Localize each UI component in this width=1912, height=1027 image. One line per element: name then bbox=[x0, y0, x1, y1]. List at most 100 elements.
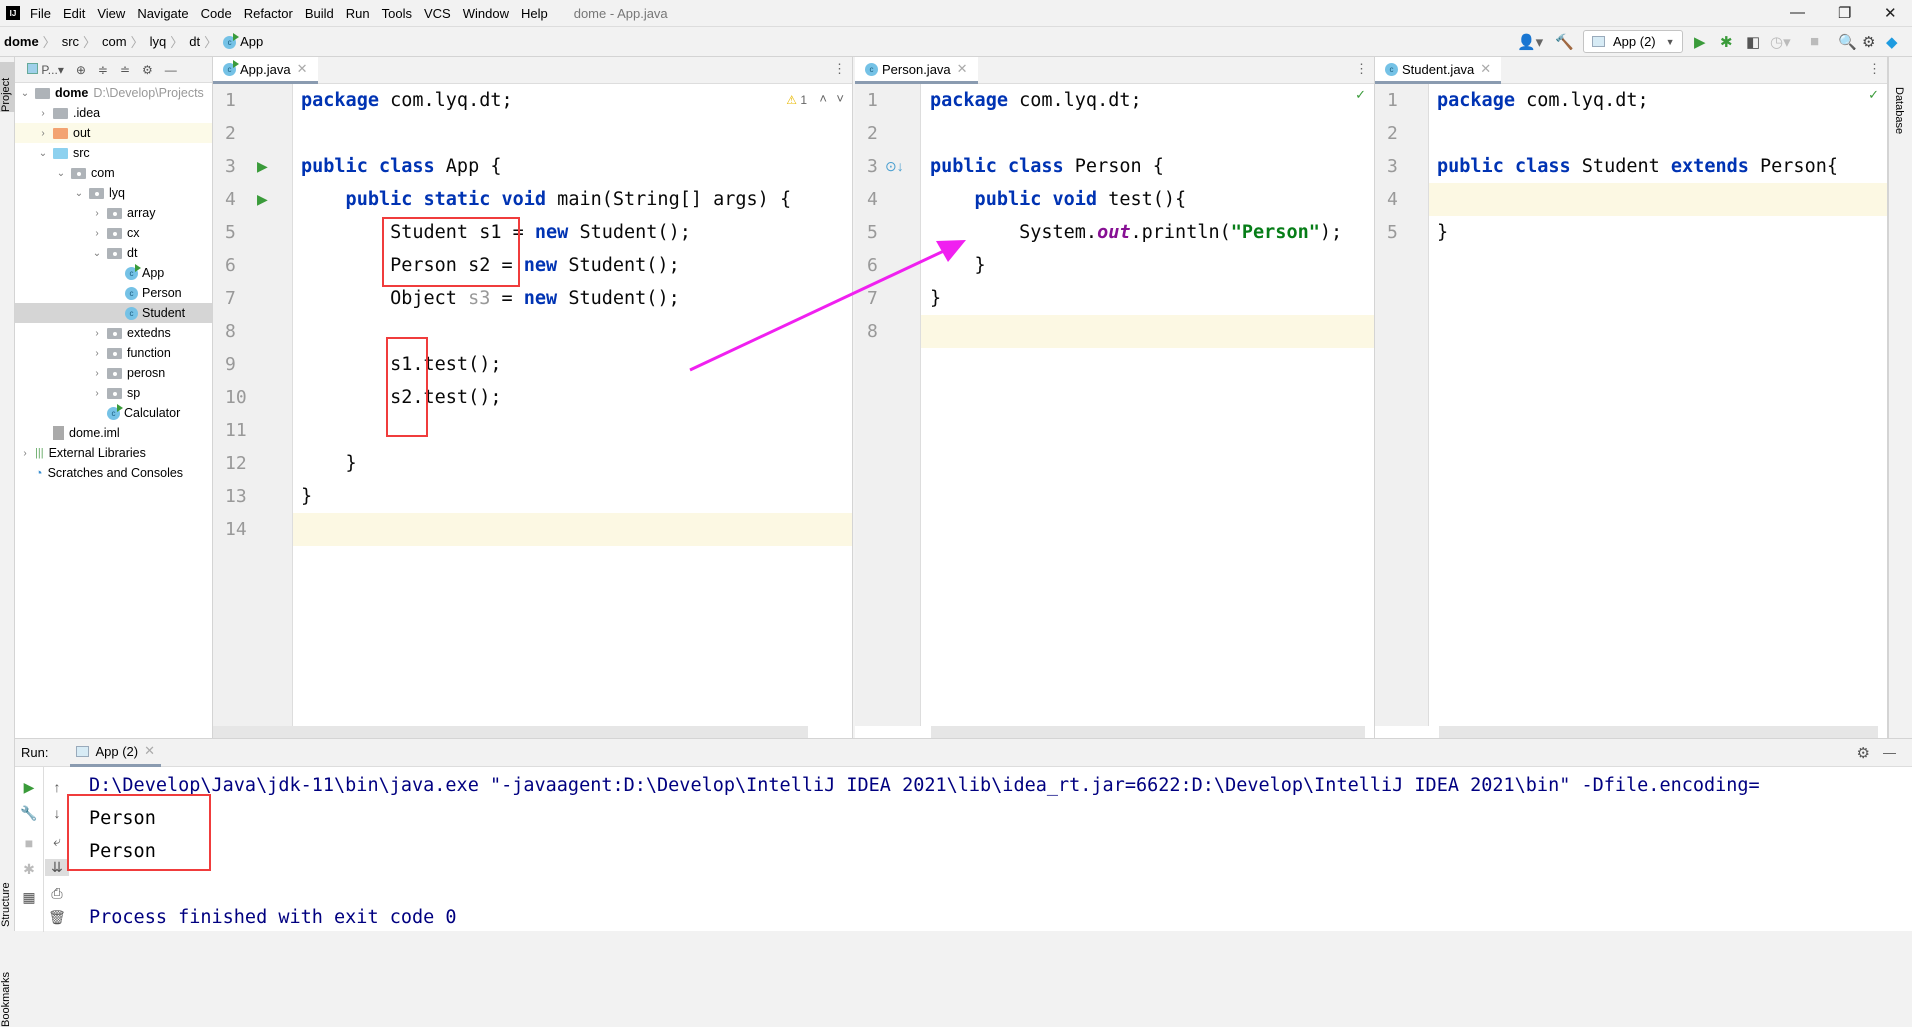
hide-icon[interactable]: — bbox=[165, 63, 177, 77]
tree-item-calculator[interactable]: c Calculator bbox=[15, 403, 212, 423]
close-window-button[interactable]: ✕ bbox=[1884, 4, 1897, 22]
chevron-right-icon[interactable]: › bbox=[91, 388, 103, 399]
tree-item-com[interactable]: ⌄ com bbox=[15, 163, 212, 183]
code-line[interactable]: public class Person { bbox=[930, 150, 1164, 183]
prev-highlight-icon[interactable]: ˄ bbox=[819, 91, 827, 106]
chevron-right-icon[interactable]: › bbox=[37, 108, 49, 119]
soft-wrap-icon[interactable]: ⤶ bbox=[45, 833, 69, 850]
code-line[interactable]: public class App { bbox=[301, 150, 501, 183]
tree-item-dt[interactable]: ⌄ dt bbox=[15, 243, 212, 263]
code-line[interactable]: package com.lyq.dt; bbox=[930, 84, 1142, 117]
menu-build[interactable]: Build bbox=[305, 6, 334, 21]
breadcrumb-src[interactable]: src bbox=[62, 34, 79, 49]
menu-window[interactable]: Window bbox=[463, 6, 509, 21]
locate-icon[interactable]: ⊕ bbox=[76, 63, 86, 77]
close-tab-icon[interactable]: ✕ bbox=[957, 61, 968, 77]
tree-item-array[interactable]: › array bbox=[15, 203, 212, 223]
project-view-dropdown[interactable]: P...▾ bbox=[27, 62, 64, 77]
menu-edit[interactable]: Edit bbox=[63, 6, 85, 21]
tree-item-cx[interactable]: › cx bbox=[15, 223, 212, 243]
tree-item-lyq[interactable]: ⌄ lyq bbox=[15, 183, 212, 203]
chevron-down-icon[interactable]: ⌄ bbox=[37, 148, 49, 159]
collapse-all-icon[interactable]: ≐ bbox=[120, 63, 130, 77]
menu-vcs[interactable]: VCS bbox=[424, 6, 451, 21]
breadcrumb-dome[interactable]: dome bbox=[4, 34, 39, 49]
stop-icon[interactable]: ■ bbox=[17, 835, 41, 851]
tree-item--idea[interactable]: › .idea bbox=[15, 103, 212, 123]
coverage-icon[interactable]: ◧ bbox=[1746, 33, 1760, 51]
close-tab-icon[interactable]: ✕ bbox=[144, 743, 155, 759]
tree-item-perosn[interactable]: › perosn bbox=[15, 363, 212, 383]
horizontal-scrollbar[interactable] bbox=[213, 726, 808, 738]
trash-icon[interactable]: 🗑 bbox=[45, 909, 69, 926]
tab-person-java[interactable]: c Person.java ✕ bbox=[855, 57, 978, 84]
chevron-right-icon[interactable]: › bbox=[91, 228, 103, 239]
warning-indicator[interactable]: ⚠ 1 bbox=[786, 93, 807, 107]
structure-tool-button[interactable]: Structure bbox=[0, 847, 15, 927]
run-gutter-icon[interactable]: ▶ bbox=[257, 158, 268, 175]
menu-refactor[interactable]: Refactor bbox=[244, 6, 293, 21]
tree-item-function[interactable]: › function bbox=[15, 343, 212, 363]
gear-icon[interactable]: ⚙ bbox=[142, 63, 153, 77]
run-tab[interactable]: App (2) ✕ bbox=[70, 739, 162, 767]
code-line[interactable]: package com.lyq.dt; bbox=[301, 84, 513, 117]
chevron-right-icon[interactable]: › bbox=[91, 208, 103, 219]
build-hammer-icon[interactable]: 🔨 bbox=[1555, 33, 1574, 51]
code-line[interactable]: public static void main(String[] args) { bbox=[301, 183, 792, 216]
run-configuration-dropdown[interactable]: App (2) ▼ bbox=[1583, 30, 1683, 53]
chevron-right-icon[interactable]: › bbox=[91, 368, 103, 379]
chevron-down-icon[interactable]: ⌄ bbox=[55, 168, 67, 179]
debug-icon[interactable]: ✱ bbox=[1720, 33, 1733, 51]
chevron-down-icon[interactable]: ⌄ bbox=[91, 248, 103, 259]
code-line[interactable]: } bbox=[930, 249, 986, 282]
gear-icon[interactable]: ⚙ bbox=[1862, 33, 1875, 51]
breadcrumb-app[interactable]: c App bbox=[223, 33, 263, 50]
breadcrumb-com[interactable]: com bbox=[102, 34, 127, 49]
tree-item-dome[interactable]: ⌄ dome D:\Develop\Projects bbox=[15, 83, 212, 103]
chevron-right-icon[interactable]: › bbox=[19, 448, 31, 459]
code-line[interactable]: } bbox=[301, 480, 312, 513]
hide-icon[interactable]: — bbox=[1883, 745, 1896, 760]
profile-icon[interactable]: ◷▾ bbox=[1770, 33, 1791, 51]
scroll-to-end-icon[interactable]: ⇊ bbox=[45, 859, 69, 876]
layout-icon[interactable]: ▦ bbox=[17, 889, 41, 906]
menu-navigate[interactable]: Navigate bbox=[137, 6, 188, 21]
code-line[interactable]: public void test(){ bbox=[930, 183, 1187, 216]
menu-help[interactable]: Help bbox=[521, 6, 548, 21]
tab-student-java[interactable]: c Student.java ✕ bbox=[1375, 57, 1502, 84]
code-line[interactable]: } bbox=[301, 447, 357, 480]
tree-item-scratches-and-consoles[interactable]: ◔ Scratches and Consoles bbox=[15, 463, 212, 483]
code-line[interactable]: } bbox=[1437, 216, 1448, 249]
more-options-icon[interactable]: ⋮ bbox=[1868, 61, 1881, 77]
tree-item-student[interactable]: c Student bbox=[15, 303, 212, 323]
chevron-right-icon[interactable]: › bbox=[37, 128, 49, 139]
project-tool-button[interactable]: Project bbox=[0, 62, 15, 112]
more-options-icon[interactable]: ⋮ bbox=[833, 61, 846, 77]
menu-tools[interactable]: Tools bbox=[382, 6, 412, 21]
tree-item-sp[interactable]: › sp bbox=[15, 383, 212, 403]
run-gutter-icon[interactable]: ▶ bbox=[257, 191, 268, 208]
wrench-icon[interactable]: 🔧 bbox=[17, 805, 41, 822]
bookmarks-tool-button[interactable]: Bookmarks bbox=[0, 947, 15, 1027]
horizontal-scrollbar[interactable] bbox=[1439, 726, 1878, 738]
debug-icon[interactable]: ✱ bbox=[17, 861, 41, 878]
tree-item-app[interactable]: c App bbox=[15, 263, 212, 283]
chevron-right-icon[interactable]: › bbox=[91, 348, 103, 359]
horizontal-scrollbar[interactable] bbox=[931, 726, 1365, 738]
close-tab-icon[interactable]: ✕ bbox=[1480, 61, 1491, 77]
breadcrumb-dt[interactable]: dt bbox=[189, 34, 200, 49]
minimize-button[interactable]: — bbox=[1790, 4, 1805, 21]
menu-run[interactable]: Run bbox=[346, 6, 370, 21]
restore-button[interactable]: ❐ bbox=[1838, 4, 1851, 22]
gear-icon[interactable]: ⚙ bbox=[1857, 744, 1870, 762]
tree-item-external-libraries[interactable]: › ||| External Libraries bbox=[15, 443, 212, 463]
tree-item-extedns[interactable]: › extedns bbox=[15, 323, 212, 343]
tab-app-java[interactable]: c App.java ✕ bbox=[213, 57, 318, 84]
code-line[interactable]: public class Student extends Person{ bbox=[1437, 150, 1838, 183]
code-line[interactable]: } bbox=[930, 282, 941, 315]
code-line[interactable]: package com.lyq.dt; bbox=[1437, 84, 1649, 117]
down-arrow-icon[interactable]: ↓ bbox=[45, 805, 69, 821]
chevron-down-icon[interactable]: ⌄ bbox=[19, 88, 31, 99]
chevron-down-icon[interactable]: ⌄ bbox=[73, 188, 85, 199]
breadcrumb-lyq[interactable]: lyq bbox=[150, 34, 167, 49]
